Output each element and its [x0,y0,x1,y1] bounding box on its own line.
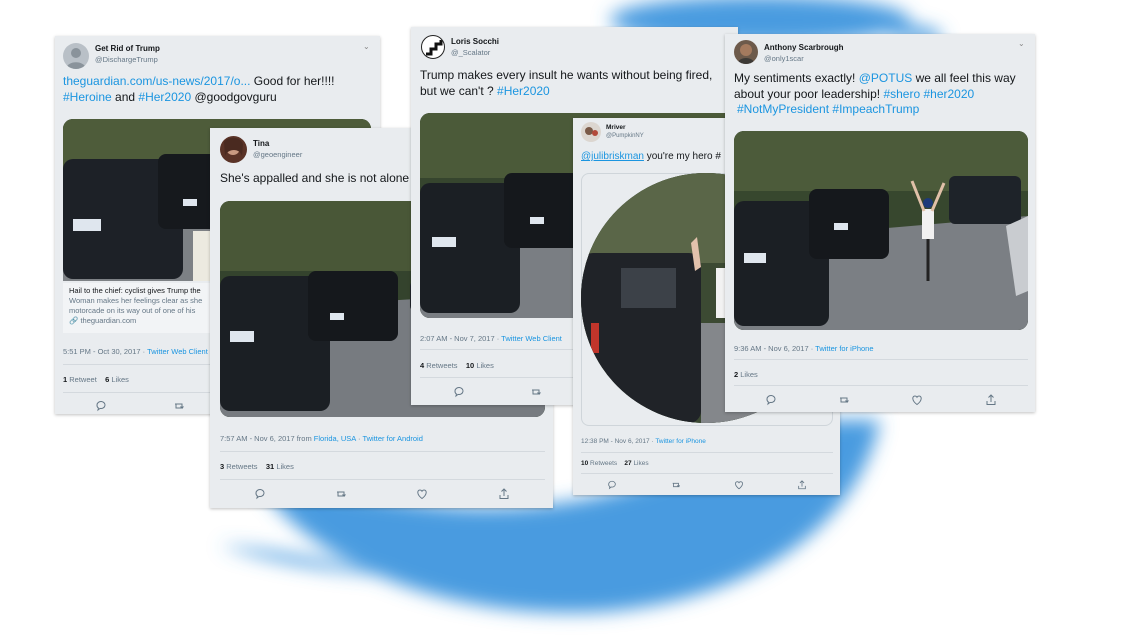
tweet-source[interactable]: Twitter Web Client [501,334,562,343]
avatar[interactable] [581,122,601,142]
link-icon: 🔗 [69,316,79,325]
divider [581,473,833,474]
retweet-icon[interactable] [530,386,542,398]
chevron-down-icon[interactable]: ⌄ [363,42,370,51]
author-name[interactable]: Mriver [606,124,626,131]
tweet-stats: 3 Retweets 31 Likes [220,462,294,471]
avatar[interactable] [734,40,758,64]
tweet-photo[interactable] [734,131,1028,330]
like-heart-icon[interactable] [734,480,744,490]
divider [220,451,545,452]
share-icon[interactable] [797,480,807,490]
hashtag-notmypresident[interactable]: #NotMyPresident [737,102,829,116]
tweet-location[interactable]: Florida, USA [314,434,356,443]
hashtag-her2020[interactable]: #Her2020 [138,90,191,104]
tweet-source[interactable]: Twitter for iPhone [815,344,873,353]
share-icon[interactable] [985,394,997,406]
hashtag-shero[interactable]: #shero [883,87,920,101]
tweet-text: Trump makes every insult he wants withou… [420,68,713,98]
author-name[interactable]: Loris Socchi [451,37,499,46]
article-link[interactable]: theguardian.com/us-news/2017/o... [63,74,250,88]
author-name[interactable]: Tina [253,139,269,148]
avatar[interactable] [220,136,247,163]
hashtag-impeachtrump[interactable]: #ImpeachTrump [832,102,919,116]
author-handle[interactable]: @only1scar [764,54,804,63]
mention-potus[interactable]: @POTUS [859,71,913,85]
tweet-source[interactable]: Twitter for Android [362,434,422,443]
divider [220,479,545,480]
avatar[interactable] [421,35,445,59]
share-icon[interactable] [498,488,510,500]
mention-julibriskman[interactable]: @julibriskman [581,151,644,162]
tweet-stats: 1 Retweet 6 Likes [63,375,129,384]
tweet-stats: 2 Likes [734,370,758,379]
tweet-timestamp: 7:57 AM - Nov 6, 2017 from Florida, USA … [220,434,423,443]
tweet-timestamp: 2:07 AM - Nov 7, 2017 · Twitter Web Clie… [420,334,562,343]
retweet-icon[interactable] [671,480,681,490]
tweet-source[interactable]: Twitter for iPhone [655,438,706,445]
hashtag-her2020[interactable]: #Her2020 [497,84,550,98]
reply-icon[interactable] [765,394,777,406]
tweet-text: My sentiments exactly! @POTUS we all fee… [734,71,1016,116]
author-handle[interactable]: @PumpkinNY [606,133,644,139]
author-name[interactable]: Anthony Scarbrough [764,43,844,52]
tweet-stats: 4 Retweets 10 Likes [420,361,494,370]
tweet-timestamp: 12:38 PM - Nov 6, 2017 · Twitter for iPh… [581,438,706,445]
reply-icon[interactable] [254,488,266,500]
reply-icon[interactable] [607,480,617,490]
hashtag-heroine[interactable]: #Heroine [63,90,112,104]
tweet-timestamp: 5:51 PM - Oct 30, 2017 · Twitter Web Cli… [63,347,208,356]
hashtag-her2020[interactable]: #her2020 [923,87,974,101]
tweet-card-anthony-scarbrough[interactable]: Anthony Scarbrough @only1scar ⌄ My senti… [725,34,1035,412]
chevron-down-icon[interactable]: ⌄ [1018,39,1025,48]
like-heart-icon[interactable] [416,488,428,500]
retweet-icon[interactable] [838,394,850,406]
retweet-icon[interactable] [173,400,185,412]
tweet-stats: 10 Retweets 27 Likes [581,460,649,467]
avatar[interactable] [63,43,89,69]
retweet-icon[interactable] [335,488,347,500]
motorcade-cyclist-photo [734,131,1028,330]
tweet-timestamp: 9:36 AM - Nov 6, 2017 · Twitter for iPho… [734,344,874,353]
tweet-text: theguardian.com/us-news/2017/o... Good f… [63,74,335,104]
divider [581,452,833,453]
tweet-source[interactable]: Twitter Web Client [147,347,208,356]
author-name[interactable]: Get Rid of Trump [95,44,160,53]
reply-icon[interactable] [95,400,107,412]
author-handle[interactable]: @_Scalator [451,48,490,57]
author-handle[interactable]: @DischargeTrump [95,55,158,64]
author-handle[interactable]: @geoengineer [253,150,302,159]
divider [734,385,1028,386]
divider [734,359,1028,360]
reply-icon[interactable] [453,386,465,398]
like-heart-icon[interactable] [911,394,923,406]
